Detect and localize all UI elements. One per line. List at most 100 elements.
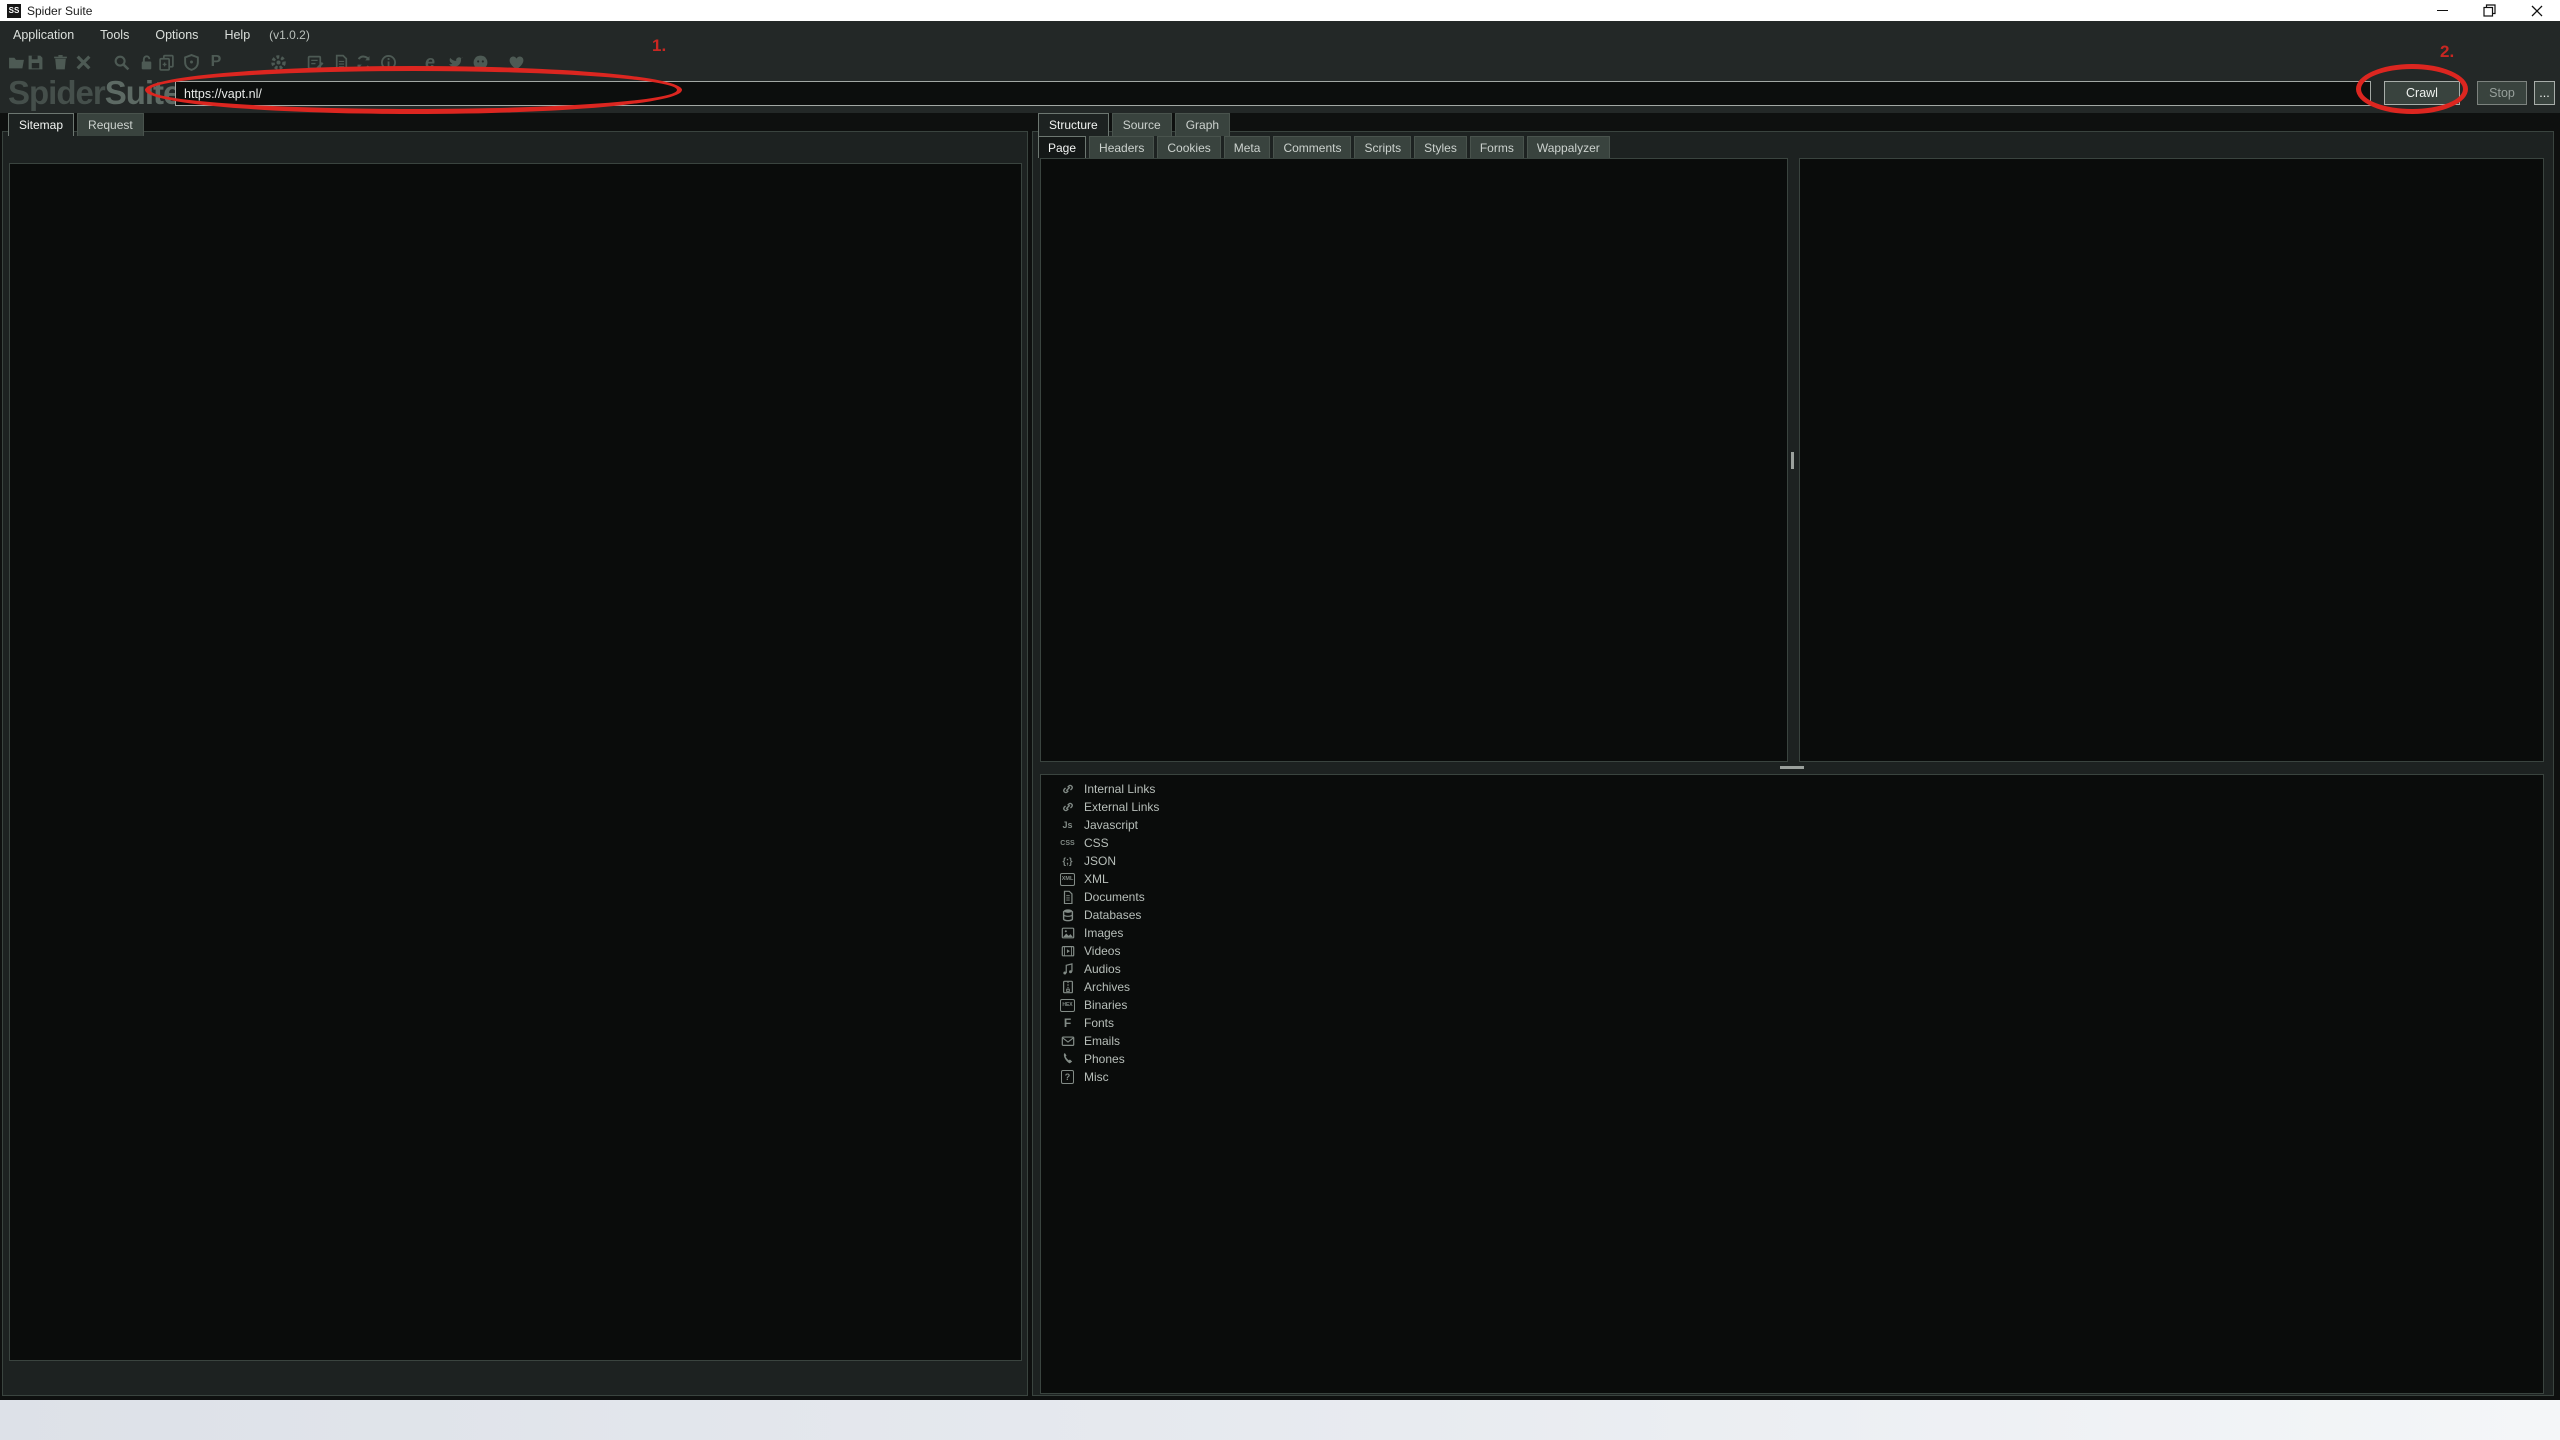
app-icon: SS [7, 4, 21, 18]
phones-icon [1060, 1052, 1075, 1067]
page-detail-pane-right[interactable] [1799, 158, 2544, 762]
twitter-icon[interactable] [445, 52, 465, 72]
tool-bar: P e [0, 48, 2560, 76]
spidersuite-logo: SpiderSuite [8, 74, 180, 112]
menu-bar: Application Tools Options Help (v1.0.2) [0, 21, 2560, 48]
resources-pane [1040, 774, 2544, 1394]
search-icon[interactable] [111, 52, 131, 72]
window-title: Spider Suite [27, 4, 92, 18]
list-item[interactable]: Internal Links [1040, 780, 1159, 798]
list-item[interactable]: XML XML [1040, 870, 1159, 888]
list-item[interactable]: F Fonts [1040, 1014, 1159, 1032]
url-input[interactable] [175, 81, 2371, 106]
right-panel-tabs: Structure Source Graph [1038, 113, 1230, 136]
list-item[interactable]: Phones [1040, 1050, 1159, 1068]
list-item[interactable]: Js Javascript [1040, 816, 1159, 834]
list-item[interactable]: Archives [1040, 978, 1159, 996]
list-item[interactable]: ? Misc [1040, 1068, 1159, 1086]
close-button[interactable] [2513, 0, 2560, 21]
javascript-icon: Js [1060, 818, 1075, 833]
menu-help[interactable]: Help [211, 28, 263, 42]
stop-button[interactable]: Stop [2477, 81, 2527, 105]
github-icon[interactable] [470, 52, 490, 72]
internet-icon[interactable]: e [420, 52, 440, 72]
sitemap-panel: ALL List Tree 0 Actions > regex [2, 131, 1028, 1396]
proxy-icon[interactable]: P [206, 52, 226, 72]
emails-icon [1060, 1034, 1075, 1049]
restore-icon [2483, 4, 2496, 17]
databases-icon [1060, 908, 1075, 923]
list-item[interactable]: HEX Binaries [1040, 996, 1159, 1014]
report-icon[interactable] [305, 52, 325, 72]
binaries-icon: HEX [1060, 998, 1075, 1013]
restore-button[interactable] [2466, 0, 2513, 21]
archives-icon [1060, 980, 1075, 995]
subtab-comments[interactable]: Comments [1273, 136, 1351, 158]
list-item[interactable]: Documents [1040, 888, 1159, 906]
tab-structure[interactable]: Structure [1038, 113, 1109, 136]
images-icon [1060, 926, 1075, 941]
external-link-icon [1060, 800, 1075, 815]
videos-icon [1060, 944, 1075, 959]
page-detail-pane-left[interactable] [1040, 158, 1788, 762]
title-bar: SS Spider Suite [0, 0, 2560, 21]
subtab-scripts[interactable]: Scripts [1354, 136, 1411, 158]
donate-heart-icon[interactable] [506, 52, 526, 72]
copy-icon[interactable] [156, 52, 176, 72]
close-tab-icon[interactable] [73, 52, 93, 72]
list-item[interactable]: Images [1040, 924, 1159, 942]
fonts-icon: F [1060, 1016, 1075, 1031]
menu-application[interactable]: Application [0, 28, 87, 42]
trash-icon[interactable] [50, 52, 70, 72]
subtab-headers[interactable]: Headers [1089, 136, 1154, 158]
menu-tools[interactable]: Tools [87, 28, 142, 42]
misc-icon: ? [1060, 1070, 1075, 1085]
close-icon [2531, 5, 2543, 17]
save-icon[interactable] [25, 52, 45, 72]
subtab-forms[interactable]: Forms [1470, 136, 1524, 158]
json-icon: {;} [1060, 854, 1075, 869]
open-folder-icon[interactable] [6, 52, 26, 72]
list-item[interactable]: Audios [1040, 960, 1159, 978]
unlock-icon[interactable] [136, 52, 156, 72]
list-item[interactable]: Emails [1040, 1032, 1159, 1050]
more-options-button[interactable]: ... [2534, 81, 2555, 105]
annotation-step-1: 1. [652, 36, 666, 56]
tab-source[interactable]: Source [1112, 113, 1172, 136]
subtab-wappalyzer[interactable]: Wappalyzer [1527, 136, 1610, 158]
structure-subtabs: Page Headers Cookies Meta Comments Scrip… [1038, 136, 1610, 158]
refresh-icon[interactable] [353, 52, 373, 72]
tab-request[interactable]: Request [77, 113, 144, 136]
info-icon[interactable] [378, 52, 398, 72]
sitemap-list-area[interactable] [9, 163, 1022, 1361]
list-item[interactable]: {;} JSON [1040, 852, 1159, 870]
tab-sitemap[interactable]: Sitemap [8, 113, 74, 136]
subtab-styles[interactable]: Styles [1414, 136, 1467, 158]
subtab-meta[interactable]: Meta [1224, 136, 1271, 158]
minimize-button[interactable] [2419, 0, 2466, 21]
css-icon: CSS [1060, 836, 1075, 851]
version-label: (v1.0.2) [263, 28, 316, 42]
windows-taskbar: Search 18° 9+ [0, 1400, 2560, 1440]
list-item[interactable]: Videos [1040, 942, 1159, 960]
resource-list: Internal Links External Links Js Javascr… [1040, 780, 1159, 1086]
xml-icon: XML [1060, 872, 1075, 887]
subtab-page[interactable]: Page [1038, 136, 1086, 158]
horizontal-splitter[interactable] [1780, 766, 1804, 769]
subtab-cookies[interactable]: Cookies [1157, 136, 1220, 158]
list-item[interactable]: External Links [1040, 798, 1159, 816]
crawl-header: SpiderSuite Crawl Stop ... [0, 76, 2560, 113]
menu-options[interactable]: Options [142, 28, 211, 42]
tab-graph[interactable]: Graph [1175, 113, 1230, 136]
vertical-splitter[interactable] [1791, 452, 1794, 469]
left-panel-tabs: Sitemap Request [8, 113, 144, 136]
crawl-button[interactable]: Crawl [2384, 81, 2460, 105]
spider-suite-window: SS Spider Suite Application Tools Option… [0, 0, 2560, 1440]
audios-icon [1060, 962, 1075, 977]
list-item[interactable]: Databases [1040, 906, 1159, 924]
document-icon[interactable] [331, 52, 351, 72]
internal-link-icon [1060, 782, 1075, 797]
list-item[interactable]: CSS CSS [1040, 834, 1159, 852]
shield-icon[interactable] [181, 52, 201, 72]
settings-gear-icon[interactable] [268, 52, 288, 72]
